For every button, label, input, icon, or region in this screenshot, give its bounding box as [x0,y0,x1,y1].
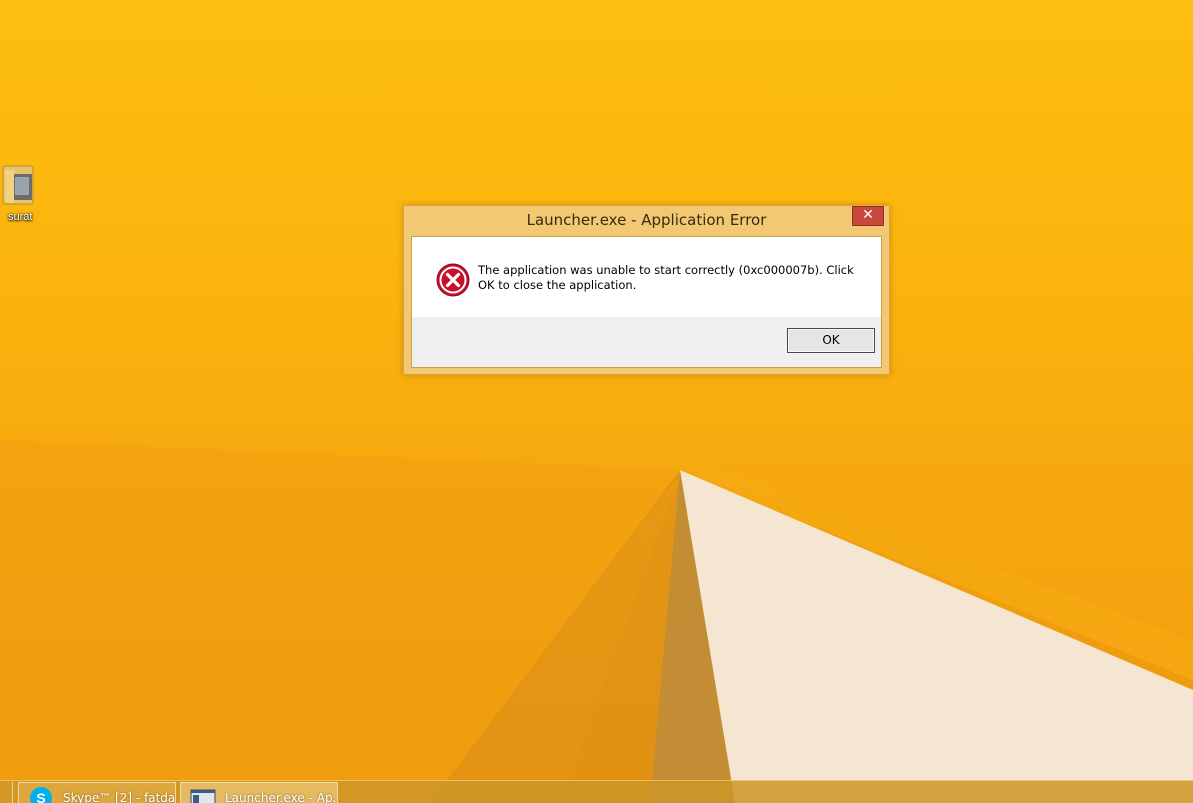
error-dialog: Launcher.exe - Application Error ✕ The a… [403,205,890,375]
taskbar-item-label: Skype™ [2] - fatda... [63,791,176,803]
folder-icon [2,162,34,206]
dialog-button-bar: OK [412,317,881,367]
close-button[interactable]: ✕ [852,206,884,226]
taskbar-item-launcher[interactable]: Launcher.exe - Ap... [180,782,338,803]
desktop: surat Launcher.exe - Application Error ✕… [0,0,1193,803]
desktop-icon-label: surat [8,211,33,223]
desktop-icon-surat[interactable]: surat [0,162,44,223]
dialog-title: Launcher.exe - Application Error [526,211,767,229]
taskbar: S Skype™ [2] - fatda... Launcher.exe - A… [0,780,1193,803]
svg-text:S: S [36,790,45,803]
ok-button[interactable]: OK [787,328,875,353]
wallpaper-shapes [0,440,1193,803]
error-icon [436,263,470,297]
skype-icon: S [30,787,52,803]
taskbar-start-edge[interactable] [0,782,13,803]
dialog-body: The application was unable to start corr… [411,236,882,368]
close-icon: ✕ [862,207,874,223]
window-icon [190,789,216,803]
taskbar-item-skype[interactable]: S Skype™ [2] - fatda... [18,782,176,803]
taskbar-item-label: Launcher.exe - Ap... [225,791,338,803]
error-message: The application was unable to start corr… [478,263,854,292]
